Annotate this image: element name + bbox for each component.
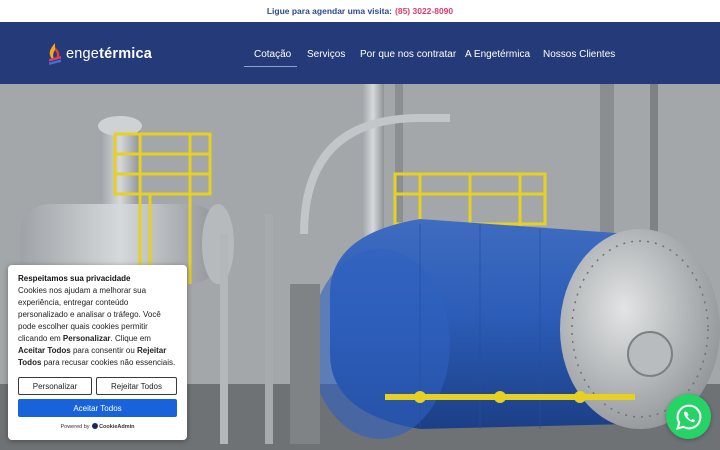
customize-button[interactable]: Personalizar [18,377,92,395]
nav-item-a-engetermica[interactable]: A Engetérmica [465,49,530,60]
logo[interactable]: engetérmica [46,42,152,66]
cookieadmin-logo-icon [92,423,99,429]
nav-item-por-que-nos-contratar[interactable]: Por que nos contratar [360,49,456,60]
site-header: engetérmica Cotação Serviços Por que nos… [0,22,720,84]
cookie-consent-banner: Respeitamos sua privacidade Cookies nos … [8,265,187,440]
accept-all-button[interactable]: Aceitar Todos [18,399,177,417]
nav-item-servicos[interactable]: Serviços [307,49,345,60]
cookie-title: Respeitamos sua privacidade [18,274,131,283]
phone-link[interactable]: (85) 3022-8090 [395,6,453,16]
reject-all-button[interactable]: Rejeitar Todos [96,377,177,395]
logo-text: engetérmica [66,46,153,62]
active-nav-underline [244,66,297,67]
nav-item-nossos-clientes[interactable]: Nossos Clientes [543,49,615,60]
flame-logo-icon [46,42,64,66]
top-contact-bar: Ligue para agendar uma visita: (85) 3022… [0,0,720,22]
nav-item-cotacao[interactable]: Cotação [254,49,291,60]
powered-by: Powered by CookieAdmin [60,423,135,430]
whatsapp-button[interactable] [666,394,711,439]
whatsapp-icon [675,404,701,430]
contact-text: Ligue para agendar uma visita: [266,6,393,16]
cookie-description: Cookies nos ajudam a melhorar sua experi… [18,286,176,367]
